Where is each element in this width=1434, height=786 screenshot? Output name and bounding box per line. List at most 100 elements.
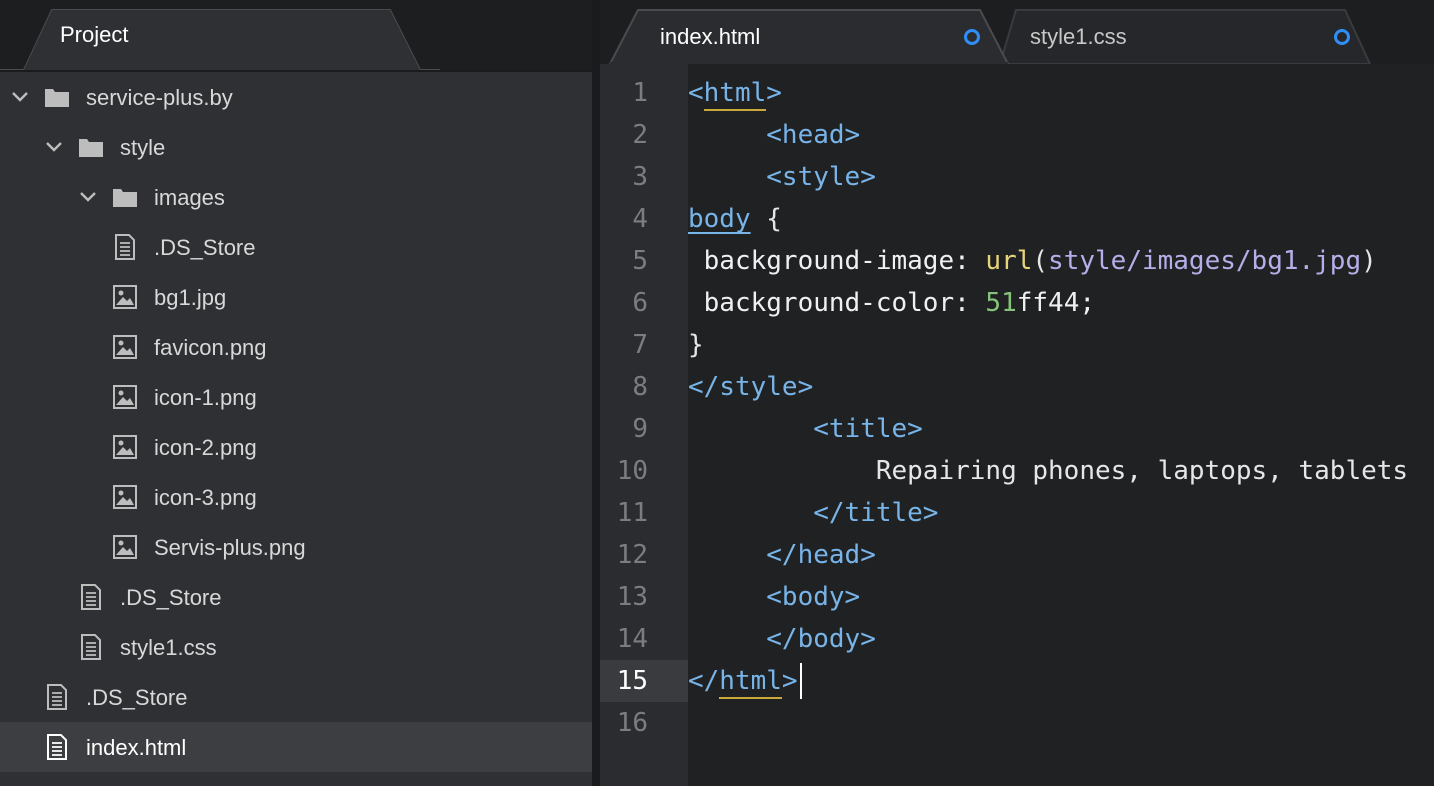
tree-item-label: Servis-plus.png: [154, 535, 306, 560]
code-line[interactable]: </html>: [688, 660, 798, 702]
tree-file-item[interactable]: icon-2.png: [0, 422, 592, 472]
file-tree: service-plus.by style images .DS_Store bg1.j…: [0, 72, 592, 772]
code-line[interactable]: </title>: [688, 492, 938, 534]
tree-item-label: icon-2.png: [154, 435, 257, 460]
code-token: </body>: [766, 624, 876, 654]
modified-indicator-icon: [1334, 29, 1350, 45]
code-line[interactable]: body {: [688, 198, 782, 240]
tree-file-item[interactable]: style1.css: [0, 622, 592, 672]
code-line[interactable]: <body>: [688, 576, 860, 618]
code-token: <head>: [766, 120, 861, 150]
tree-item-label: style1.css: [120, 635, 217, 660]
tree-file-item[interactable]: index.html: [0, 722, 592, 772]
code-token: </head>: [766, 540, 876, 570]
code-token: body: [688, 204, 751, 234]
project-tab-label: Project: [60, 22, 129, 47]
code-token: </style>: [688, 372, 814, 402]
tab-label: index.html: [660, 24, 761, 49]
image-file-icon: [113, 485, 137, 509]
tree-view-panel: Project service-plus.by style images .DS_St…: [0, 0, 592, 786]
code-token: }: [688, 330, 704, 360]
code-token: Repairing phones, laptops, tablets: [688, 456, 1409, 486]
tree-item-label: index.html: [86, 735, 187, 760]
tree-item-label: icon-1.png: [154, 385, 257, 410]
code-token: ): [1361, 246, 1377, 276]
file-icon: [81, 584, 101, 610]
tree-file-item[interactable]: .DS_Store: [0, 222, 592, 272]
line-number: 10: [616, 456, 648, 486]
modified-indicator-icon: [964, 29, 980, 45]
line-number-gutter[interactable]: 1 2 3 4 5 6 7 8 9 10 11 12 13 14 15 16: [600, 64, 688, 786]
tree-item-label: bg1.jpg: [154, 285, 227, 310]
tree-file-item[interactable]: .DS_Store: [0, 572, 592, 622]
tree-file-item[interactable]: .DS_Store: [0, 672, 592, 722]
folder-icon: [45, 89, 69, 107]
code-token: </html>: [688, 666, 798, 696]
code-line[interactable]: </style>: [688, 366, 813, 408]
tree-file-item[interactable]: Servis-plus.png: [0, 522, 592, 572]
code-token: </title>: [813, 498, 939, 528]
file-icon: [115, 234, 135, 260]
code-line[interactable]: background-color: 51ff44;: [688, 282, 1095, 324]
code-token: url: [985, 246, 1033, 276]
line-number: 5: [632, 246, 648, 276]
image-file-icon: [113, 335, 137, 359]
line-number: 13: [616, 582, 648, 612]
line-number: 2: [632, 120, 648, 150]
code-editor[interactable]: <html> <head> <style> body { background-i…: [688, 64, 1434, 786]
code-line[interactable]: <html>: [688, 72, 782, 114]
tree-file-item[interactable]: icon-3.png: [0, 472, 592, 522]
tree-item-label: .DS_Store: [154, 235, 256, 260]
code-line[interactable]: background-image: url(style/images/bg1.j…: [688, 240, 1377, 282]
tree-file-item[interactable]: favicon.png: [0, 322, 592, 372]
code-token: <html>: [688, 78, 782, 108]
tree-folder-item[interactable]: images: [0, 172, 592, 222]
line-number: 15: [616, 666, 648, 696]
tree-folder-item[interactable]: service-plus.by: [0, 72, 592, 122]
editor-tab-bar: index.html style1.css: [600, 0, 1434, 64]
code-line[interactable]: <title>: [688, 408, 923, 450]
bracket-match-underline: [719, 697, 782, 699]
code-token: background-image:: [688, 246, 986, 276]
tree-item-label: icon-3.png: [154, 485, 257, 510]
code-line[interactable]: </head>: [688, 534, 876, 576]
code-line[interactable]: Repairing phones, laptops, tablets: [688, 450, 1408, 492]
tab-index-html[interactable]: index.html: [638, 10, 988, 64]
chevron-down-icon[interactable]: [78, 187, 98, 207]
code-token: {: [750, 204, 782, 234]
code-token: ff44;: [1016, 288, 1096, 318]
code-line[interactable]: <head>: [688, 114, 860, 156]
tab-label: style1.css: [1030, 24, 1127, 49]
tree-folder-item[interactable]: style: [0, 122, 592, 172]
code-line[interactable]: <style>: [688, 156, 876, 198]
chevron-down-icon[interactable]: [44, 137, 64, 157]
code-token: (: [1032, 246, 1049, 276]
panel-splitter[interactable]: [592, 0, 600, 786]
chevron-down-icon[interactable]: [10, 87, 30, 107]
code-token: background-color:: [688, 288, 986, 318]
tree-file-item[interactable]: bg1.jpg: [0, 272, 592, 322]
tab-style1-css[interactable]: style1.css: [1016, 10, 1350, 64]
file-icon: [81, 634, 101, 660]
tree-file-item[interactable]: icon-1.png: [0, 372, 592, 422]
image-file-icon: [113, 385, 137, 409]
line-number: 9: [632, 414, 648, 444]
tree-item-label: images: [154, 185, 225, 210]
tree-item-label: .DS_Store: [86, 685, 188, 710]
line-number: 7: [632, 330, 648, 360]
folder-icon: [113, 189, 137, 207]
line-number: 16: [616, 708, 648, 738]
line-number: 12: [616, 540, 648, 570]
code-line[interactable]: }: [688, 324, 704, 366]
line-number: 11: [616, 498, 648, 528]
code-line[interactable]: </body>: [688, 618, 876, 660]
file-icon: [47, 734, 67, 760]
code-token: <style>: [766, 162, 876, 192]
